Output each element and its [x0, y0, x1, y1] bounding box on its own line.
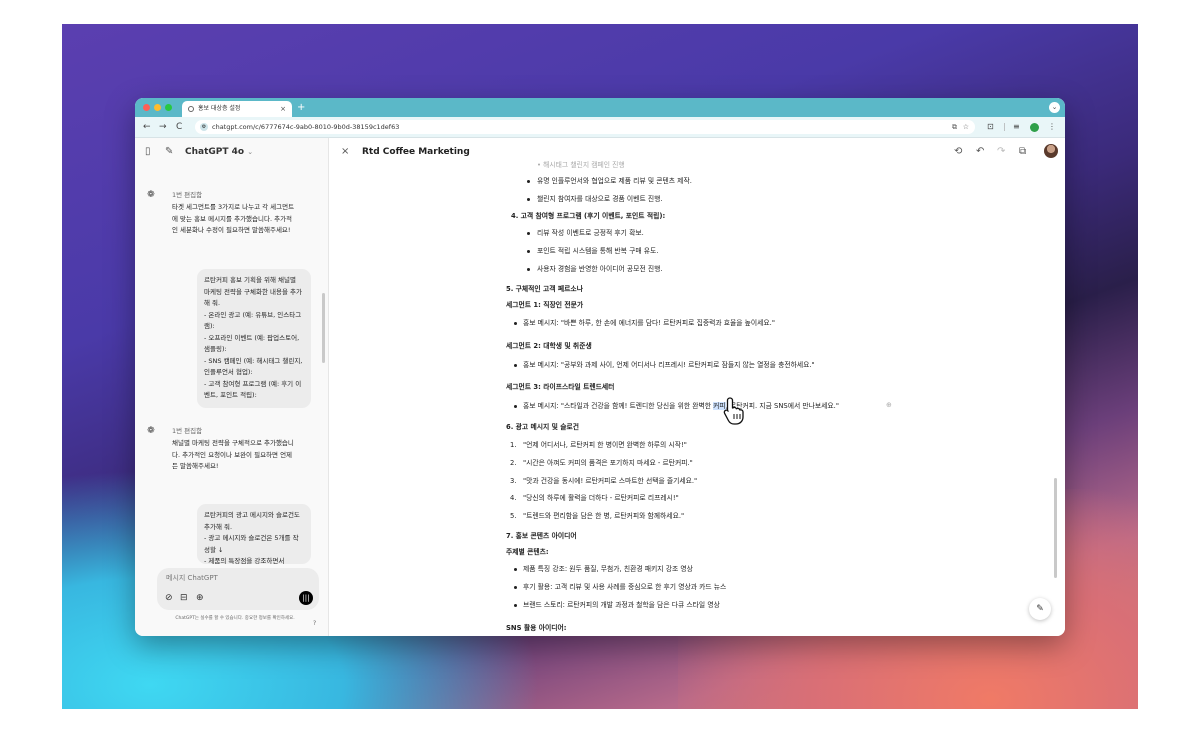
globe-icon[interactable]: ⊕: [196, 593, 204, 603]
slogan-item: "당신의 하루에 활력을 더하다 - 르탄커피로 리프레시!": [523, 494, 679, 502]
bullet: [527, 232, 530, 235]
list-number: 4.: [510, 494, 517, 502]
chatgpt-logo-icon: ❁: [147, 426, 155, 436]
list-item: 브랜드 스토리: 르탄커피의 개발 과정과 철학을 담은 다큐 스타일 영상: [523, 601, 720, 609]
bullet: [514, 604, 517, 607]
list-item: 홍보 메시지: "공부와 과제 사이, 언제 어디서나 리프레시! 르탄커피로 …: [523, 361, 815, 369]
menu-icon[interactable]: ⋮: [1048, 120, 1056, 134]
composer-placeholder: 메시지 ChatGPT: [166, 574, 218, 582]
browser-window: 홍보 대상층 설정 × + ⌄ ← → C ⚙ chatgpt.com/c/67…: [135, 98, 1065, 636]
assistant-message: ❁ 1번 편집함 채널별 마케팅 전략을 구체적으로 추가했습니다. 추가적인 …: [147, 426, 297, 476]
user-message: 르탄커피 홍보 기획을 위해 채널별 마케팅 전략을 구체화한 내용을 추가해 …: [197, 269, 311, 408]
back-button[interactable]: ←: [143, 120, 151, 134]
message-composer[interactable]: 메시지 ChatGPT ⊘ ⊟ ⊕ |||: [157, 568, 319, 610]
tab-title: 홍보 대상층 설정: [198, 105, 241, 112]
bullet: [527, 250, 530, 253]
close-window-button[interactable]: [143, 104, 150, 111]
slogan-item: "언제 어디서나, 르탄커피 한 병이면 완벽한 하루의 시작!": [523, 441, 687, 449]
bullet: [527, 268, 530, 271]
reload-button[interactable]: C: [176, 120, 182, 134]
list-item: 리뷰 작성 이벤트로 긍정적 후기 확보.: [537, 229, 644, 237]
url-text: chatgpt.com/c/6777674c-9ab0-8010-9b0d-38…: [212, 123, 400, 131]
browser-tab[interactable]: 홍보 대상층 설정 ×: [182, 101, 292, 117]
canvas-panel: × Rtd Coffee Marketing ⟲ ↶ ↷ ⧉ • 해시태그 챌린…: [328, 138, 1065, 636]
share-icon[interactable]: ⧉: [952, 120, 957, 134]
bullet: [527, 198, 530, 201]
section-heading: 7. 홍보 콘텐츠 아이디어: [506, 532, 577, 540]
bullet: [527, 180, 530, 183]
message-text: 채널별 마케팅 전략을 구체적으로 추가했습니다. 추가적인 요청이나 보완이 …: [172, 439, 294, 470]
help-button[interactable]: ?: [313, 620, 316, 627]
url-field[interactable]: ⚙ chatgpt.com/c/6777674c-9ab0-8010-9b0d-…: [195, 120, 975, 134]
chatgpt-icon: [188, 106, 194, 112]
list-number: 2.: [510, 459, 517, 467]
document-scrollbar[interactable]: [1054, 478, 1057, 578]
sidebar-header: ▯ ✎ ChatGPT 4o ⌄: [135, 138, 328, 166]
list-number: 1.: [510, 441, 517, 449]
subheading: 세그먼트 3: 라이프스타일 트렌드세터: [506, 383, 615, 391]
edit-label[interactable]: 1번 편집함: [172, 190, 202, 200]
bullet: [514, 586, 517, 589]
subheading: 세그먼트 2: 대학생 및 취준생: [506, 342, 592, 350]
media-icon[interactable]: ≡: [1013, 120, 1020, 134]
section-heading: 5. 구체적인 고객 페르소나: [506, 285, 583, 293]
chatgpt-logo-icon: ❁: [147, 190, 155, 200]
list-number: 3.: [510, 477, 517, 485]
bullet: [514, 568, 517, 571]
message-text: 타겟 세그먼트를 3가지로 나누고 각 세그먼트에 맞는 홍보 메시지를 추가했…: [172, 203, 295, 234]
document[interactable]: • 해시태그 챌린지 캠페인 진행 유명 인플루언서와 협업으로 제품 리뷰 및…: [329, 138, 1065, 636]
forward-button[interactable]: →: [159, 120, 167, 134]
list-item: 유명 인플루언서와 협업으로 제품 리뷰 및 콘텐츠 제작.: [537, 177, 692, 185]
tab-close-icon[interactable]: ×: [280, 101, 286, 117]
model-selector[interactable]: ChatGPT 4o ⌄: [185, 146, 253, 158]
bullet: [514, 364, 517, 367]
sidebar-scrollbar[interactable]: [322, 293, 325, 363]
add-comment-icon[interactable]: ⊕: [886, 401, 892, 409]
star-icon[interactable]: ☆: [963, 120, 969, 134]
slogan-item: "트렌드와 편리함을 담은 한 병, 르탄커피와 함께하세요.": [523, 512, 685, 520]
divider: |: [1003, 122, 1006, 131]
chat-sidebar: ▯ ✎ ChatGPT 4o ⌄ ❁ 1번 편집함 타겟 세그먼트를 3가지로 …: [135, 138, 328, 636]
extension-icon[interactable]: ⊡: [987, 120, 994, 134]
list-item: 포인트 적립 시스템을 통해 반복 구매 유도.: [537, 247, 659, 255]
user-message: 르탄커피의 광고 메시지와 슬로건도 추가해 줘. - 광고 메시지와 슬로건은…: [197, 504, 311, 564]
list-number: 5.: [510, 512, 517, 520]
new-tab-button[interactable]: +: [297, 101, 305, 115]
list-item: 홍보 메시지: "스타일과 건강을 함께! 트렌디한 당신을 위한 완벽한 커피…: [523, 401, 839, 411]
subheading: 주제별 콘텐츠:: [506, 548, 549, 556]
profile-icon[interactable]: [1030, 123, 1039, 132]
new-chat-icon[interactable]: ✎: [165, 146, 173, 158]
partial-line: • 해시태그 챌린지 캠페인 진행: [537, 161, 625, 169]
edit-label[interactable]: 1번 편집함: [172, 426, 202, 436]
bullet: [514, 405, 517, 408]
edit-suggestions-button[interactable]: ✎: [1029, 598, 1051, 620]
maximize-window-button[interactable]: [165, 104, 172, 111]
address-bar-row: ← → C ⚙ chatgpt.com/c/6777674c-9ab0-8010…: [135, 117, 1065, 138]
list-item: 후기 활용: 고객 리뷰 및 사용 사례를 중심으로 한 후기 영상과 카드 뉴…: [523, 583, 727, 591]
voice-mode-button[interactable]: |||: [299, 591, 313, 605]
site-info-icon[interactable]: ⚙: [200, 123, 208, 131]
tools-icon[interactable]: ⊟: [180, 593, 188, 603]
list-item: 홍보 메시지: "바쁜 하루, 한 손에 에너지를 담다! 르탄커피로 집중력과…: [523, 319, 775, 327]
sidebar-toggle-icon[interactable]: ▯: [145, 146, 151, 158]
text-span: 홍보 메시지: "스타일과 건강을 함께! 트렌디한 당신을 위한 완벽한: [523, 402, 714, 410]
tab-bar: 홍보 대상층 설정 × + ⌄: [135, 98, 1065, 117]
subheading: 세그먼트 1: 직장인 전문가: [506, 301, 584, 309]
list-item: 사용자 경험을 반영한 아이디어 공모전 진행.: [537, 265, 663, 273]
section-heading: 4. 고객 참여형 프로그램 (후기 이벤트, 포인트 적립):: [511, 212, 666, 220]
list-item: 챌린지 참여자를 대상으로 경품 이벤트 진행.: [537, 195, 663, 203]
tab-search-icon[interactable]: ⌄: [1049, 102, 1060, 113]
minimize-window-button[interactable]: [154, 104, 161, 111]
section-heading: 6. 광고 메시지 및 슬로건: [506, 423, 580, 431]
chevron-down-icon: ⌄: [247, 148, 254, 156]
list-item: 제품 특징 강조: 원두 품질, 무첨가, 친환경 패키지 강조 영상: [523, 565, 693, 573]
subheading: SNS 활용 아이디어:: [506, 624, 567, 632]
assistant-message: ❁ 1번 편집함 타겟 세그먼트를 3가지로 나누고 각 세그먼트에 맞는 홍보…: [147, 190, 297, 250]
attach-icon[interactable]: ⊘: [165, 593, 173, 603]
bullet: [514, 322, 517, 325]
slogan-item: "시간은 아껴도 커피의 품격은 포기하지 마세요 - 르탄커피.": [523, 459, 693, 467]
hand-cursor-icon: [723, 397, 744, 425]
disclaimer-text: ChatGPT는 실수를 할 수 있습니다. 중요한 정보를 확인하세요.: [175, 616, 295, 621]
slogan-item: "맛과 건강을 동시에! 르탄커피로 스마트한 선택을 즐기세요.": [523, 477, 698, 485]
